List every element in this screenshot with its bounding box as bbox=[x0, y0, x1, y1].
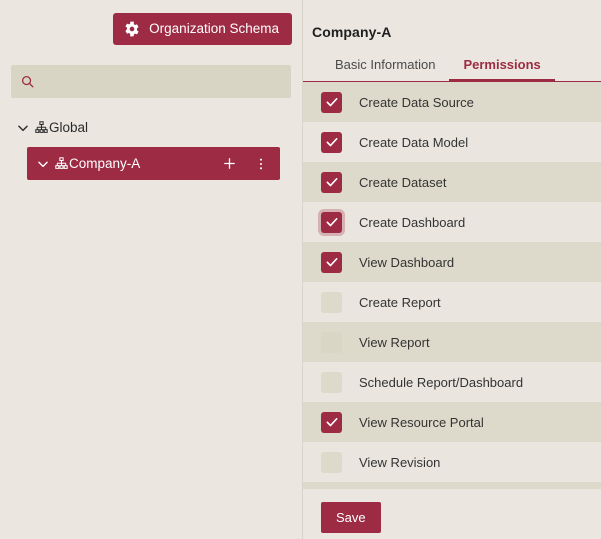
permission-label: Schedule Report/Dashboard bbox=[359, 374, 524, 390]
tree-item-company-a[interactable]: Company-A bbox=[27, 147, 280, 180]
permission-row-create-dashboard[interactable]: Create Dashboard bbox=[303, 202, 601, 242]
tab-basic-information[interactable]: Basic Information bbox=[321, 57, 449, 82]
chevron-down-icon[interactable] bbox=[36, 157, 50, 171]
permissions-list-bottom-strip bbox=[303, 482, 601, 489]
tree-item-global-label: Global bbox=[49, 120, 89, 135]
permission-label: Create Dashboard bbox=[359, 214, 466, 230]
org-schema-button-row: Organization Schema bbox=[0, 0, 302, 45]
permission-row-view-report[interactable]: View Report bbox=[303, 322, 601, 362]
permission-label: View Resource Portal bbox=[359, 414, 484, 430]
detail-panel: Company-A Basic Information Permissions … bbox=[303, 0, 601, 539]
checkbox-schedule-report-dashboard[interactable] bbox=[321, 371, 342, 393]
permission-label: Create Data Source bbox=[359, 94, 474, 110]
search-input[interactable] bbox=[35, 64, 282, 99]
chevron-down-icon[interactable] bbox=[16, 121, 30, 135]
organization-schema-button-label: Organization Schema bbox=[149, 21, 279, 37]
search-icon bbox=[20, 74, 35, 89]
tree-search-box[interactable] bbox=[11, 64, 291, 99]
tree-item-global[interactable]: Global bbox=[0, 116, 302, 139]
plus-icon[interactable] bbox=[220, 155, 238, 173]
permissions-list: Create Data Source Create Data Model Cre… bbox=[303, 82, 601, 489]
permission-row-create-data-model[interactable]: Create Data Model bbox=[303, 122, 601, 162]
permission-row-view-revision[interactable]: View Revision bbox=[303, 442, 601, 482]
permission-label: Create Dataset bbox=[359, 174, 447, 190]
tab-basic-information-label: Basic Information bbox=[335, 57, 436, 72]
tree-item-company-a-label: Company-A bbox=[69, 156, 141, 171]
more-vertical-icon[interactable] bbox=[252, 155, 270, 173]
organization-tree-panel: Organization Schema Global Company-A bbox=[0, 0, 303, 539]
hierarchy-icon bbox=[55, 157, 68, 170]
organization-schema-button[interactable]: Organization Schema bbox=[113, 13, 292, 45]
permission-row-view-dashboard[interactable]: View Dashboard bbox=[303, 242, 601, 282]
permission-label: View Revision bbox=[359, 454, 441, 470]
checkbox-view-revision[interactable] bbox=[321, 451, 342, 473]
permission-row-create-report[interactable]: Create Report bbox=[303, 282, 601, 322]
organization-tree: Global Company-A bbox=[0, 116, 302, 180]
checkbox-create-data-model[interactable] bbox=[321, 131, 342, 153]
permission-label: Create Report bbox=[359, 294, 441, 310]
permission-label: View Dashboard bbox=[359, 254, 455, 270]
checkbox-view-report[interactable] bbox=[321, 331, 342, 353]
checkbox-create-report[interactable] bbox=[321, 291, 342, 313]
checkbox-view-dashboard[interactable] bbox=[321, 251, 342, 273]
detail-tabs: Basic Information Permissions bbox=[303, 57, 601, 82]
permission-label: View Report bbox=[359, 334, 430, 350]
save-button[interactable]: Save bbox=[321, 502, 381, 533]
permission-row-create-dataset[interactable]: Create Dataset bbox=[303, 162, 601, 202]
tab-permissions-label: Permissions bbox=[463, 57, 541, 72]
page-title: Company-A bbox=[312, 24, 392, 40]
checkbox-create-dashboard[interactable] bbox=[321, 211, 342, 233]
hierarchy-icon bbox=[35, 121, 48, 134]
permission-row-schedule-report-dashboard[interactable]: Schedule Report/Dashboard bbox=[303, 362, 601, 402]
permission-row-view-resource-portal[interactable]: View Resource Portal bbox=[303, 402, 601, 442]
checkbox-create-dataset[interactable] bbox=[321, 171, 342, 193]
checkbox-view-resource-portal[interactable] bbox=[321, 411, 342, 433]
save-bar: Save bbox=[303, 489, 601, 533]
gear-icon bbox=[124, 21, 140, 37]
permission-label: Create Data Model bbox=[359, 134, 469, 150]
tab-permissions[interactable]: Permissions bbox=[449, 57, 556, 82]
permission-row-create-data-source[interactable]: Create Data Source bbox=[303, 82, 601, 122]
checkbox-create-data-source[interactable] bbox=[321, 91, 342, 113]
organization-permissions-screen: Organization Schema Global Company-A Com… bbox=[0, 0, 601, 539]
